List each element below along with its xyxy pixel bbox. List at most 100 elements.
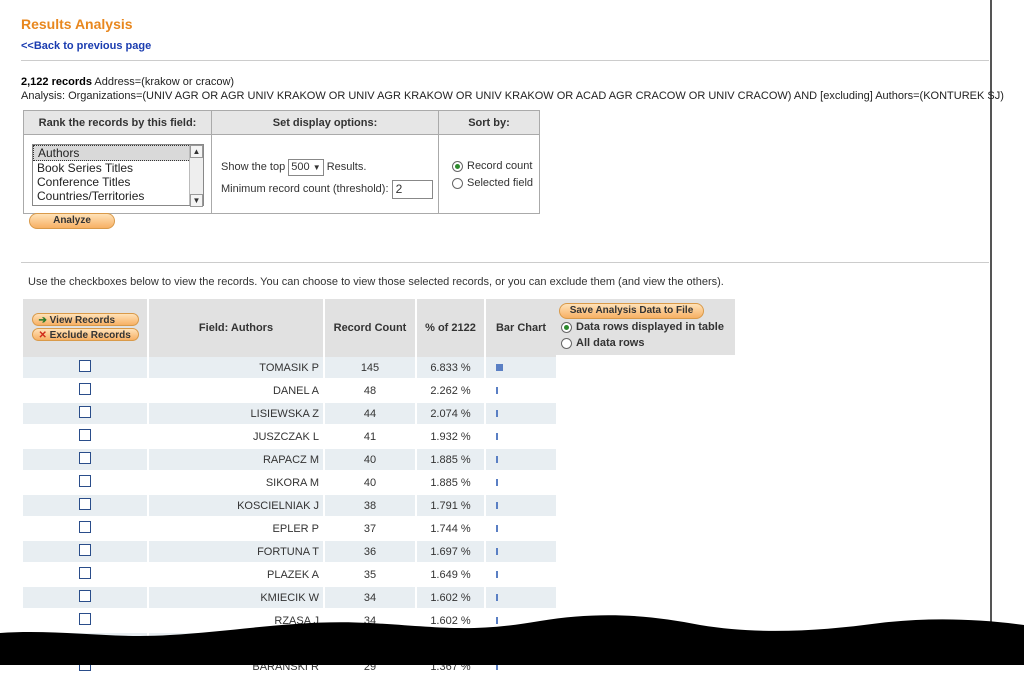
- radio-selected-icon[interactable]: [452, 160, 463, 172]
- rank-option-conference[interactable]: Conference Titles: [33, 175, 203, 189]
- bar-cell: [485, 402, 558, 426]
- bar-chart-bar: [496, 525, 498, 533]
- bar-cell: [485, 425, 558, 449]
- record-count-cell: 41: [324, 425, 417, 449]
- sort-options: Record count Selected field: [440, 136, 538, 192]
- record-count-cell: 35: [324, 563, 417, 587]
- bar-chart-bar: [496, 548, 498, 556]
- record-count-cell: 36: [324, 540, 417, 564]
- table-row: PLAZEK A 35 1.649 %: [23, 563, 558, 587]
- row-checkbox-cell: [23, 448, 149, 472]
- percent-cell: 2.074 %: [416, 402, 486, 426]
- row-checkbox[interactable]: [79, 567, 91, 579]
- row-checkbox-cell: [23, 471, 149, 495]
- threshold-label: Minimum record count (threshold):: [221, 183, 389, 195]
- row-checkbox[interactable]: [79, 383, 91, 395]
- row-checkbox[interactable]: [79, 590, 91, 602]
- row-checkbox[interactable]: [79, 452, 91, 464]
- table-row: RAPACZ M 40 1.885 %: [23, 448, 558, 472]
- rank-field-listbox[interactable]: Authors Book Series Titles Conference Ti…: [32, 144, 204, 207]
- view-records-button[interactable]: ➔ View Records: [31, 313, 139, 326]
- sort-header: Sort by:: [438, 110, 540, 135]
- row-checkbox[interactable]: [79, 544, 91, 556]
- row-checkbox[interactable]: [79, 429, 91, 441]
- show-top-suffix: Results.: [326, 161, 367, 173]
- record-count-cell: 44: [324, 402, 417, 426]
- row-checkbox[interactable]: [79, 498, 91, 510]
- record-count-cell: 40: [324, 471, 417, 495]
- col-record-count[interactable]: Record Count: [324, 299, 417, 357]
- table-row: TOMASIK P 145 6.833 %: [23, 357, 558, 380]
- row-checkbox-cell: [23, 402, 149, 426]
- radio-selected-icon[interactable]: [561, 321, 572, 333]
- exclude-records-button[interactable]: ✕ Exclude Records: [31, 328, 139, 341]
- radio-icon[interactable]: [452, 177, 463, 189]
- x-icon: ✕: [38, 330, 47, 341]
- bar-cell: [485, 517, 558, 541]
- table-row: DANEL A 48 2.262 %: [23, 379, 558, 403]
- row-checkbox-cell: [23, 563, 149, 587]
- save-option-all[interactable]: All data rows: [561, 337, 644, 349]
- scroll-track: [190, 158, 203, 194]
- save-option-displayed[interactable]: Data rows displayed in table: [561, 321, 724, 333]
- rank-option-book-series[interactable]: Book Series Titles: [33, 161, 203, 175]
- listbox-scrollbar[interactable]: ▲ ▼: [189, 145, 203, 207]
- sort-selected-field-option[interactable]: Selected field: [452, 175, 538, 192]
- author-name: FORTUNA T: [148, 540, 325, 564]
- percent-cell: 1.744 %: [416, 517, 486, 541]
- scroll-down-icon[interactable]: ▼: [190, 194, 203, 207]
- table-row: JUSZCZAK L 41 1.932 %: [23, 425, 558, 449]
- row-checkbox[interactable]: [79, 521, 91, 533]
- bar-cell: [485, 494, 558, 518]
- col-bar-chart: Bar Chart: [485, 299, 558, 357]
- record-count: 2,122 records: [21, 76, 92, 88]
- search-summary: 2,122 records Address=(krakow or cracow)…: [21, 75, 1004, 103]
- rank-option-authors[interactable]: Authors: [33, 145, 203, 161]
- percent-cell: 2.262 %: [416, 379, 486, 403]
- table-row: EPLER P 37 1.744 %: [23, 517, 558, 541]
- author-name: RAPACZ M: [148, 448, 325, 472]
- sort-record-count-option[interactable]: Record count: [452, 158, 538, 175]
- bar-chart-bar: [496, 456, 498, 464]
- row-checkbox-cell: [23, 425, 149, 449]
- back-link[interactable]: <<Back to previous page: [21, 40, 151, 52]
- row-checkbox[interactable]: [79, 360, 91, 372]
- analysis-query: Analysis: Organizations=(UNIV AGR OR AGR…: [21, 90, 1004, 102]
- divider: [21, 262, 989, 263]
- row-checkbox-cell: [23, 517, 149, 541]
- rank-option-countries[interactable]: Countries/Territories: [33, 189, 203, 203]
- row-checkbox[interactable]: [79, 406, 91, 418]
- action-buttons-header: ➔ View Records ✕ Exclude Records: [23, 299, 149, 357]
- bar-chart-bar: [496, 594, 498, 602]
- row-checkbox-cell: [23, 494, 149, 518]
- percent-cell: 1.649 %: [416, 563, 486, 587]
- bar-cell: [485, 379, 558, 403]
- bar-chart-bar: [496, 364, 503, 372]
- percent-cell: 1.791 %: [416, 494, 486, 518]
- analyze-button[interactable]: Analyze: [29, 213, 115, 229]
- bar-chart-bar: [496, 433, 498, 441]
- record-count-cell: 37: [324, 517, 417, 541]
- save-data-button[interactable]: Save Analysis Data to File: [559, 303, 704, 319]
- display-header: Set display options:: [211, 110, 439, 135]
- percent-cell: 1.697 %: [416, 540, 486, 564]
- col-percent[interactable]: % of 2122: [416, 299, 486, 357]
- table-row: LISIEWSKA Z 44 2.074 %: [23, 402, 558, 426]
- radio-icon[interactable]: [561, 337, 572, 349]
- bar-chart-bar: [496, 571, 498, 579]
- divider: [21, 60, 989, 61]
- bar-chart-bar: [496, 387, 498, 395]
- author-name: KOSCIELNIAK J: [148, 494, 325, 518]
- chevron-down-icon: ▼: [312, 162, 321, 172]
- row-checkbox[interactable]: [79, 475, 91, 487]
- analysis-options: Rank the records by this field: Set disp…: [23, 110, 540, 214]
- torn-edge: [0, 615, 1024, 665]
- show-top-select[interactable]: 500 ▼: [288, 158, 324, 176]
- scroll-up-icon[interactable]: ▲: [190, 145, 203, 158]
- threshold-input[interactable]: 2: [391, 179, 433, 199]
- percent-cell: 1.885 %: [416, 471, 486, 495]
- instructions-text: Use the checkboxes below to view the rec…: [28, 276, 724, 288]
- col-field[interactable]: Field: Authors: [148, 299, 325, 357]
- percent-cell: 6.833 %: [416, 357, 486, 380]
- display-options: Show the top 500 ▼ Results. Minimum reco…: [213, 136, 437, 200]
